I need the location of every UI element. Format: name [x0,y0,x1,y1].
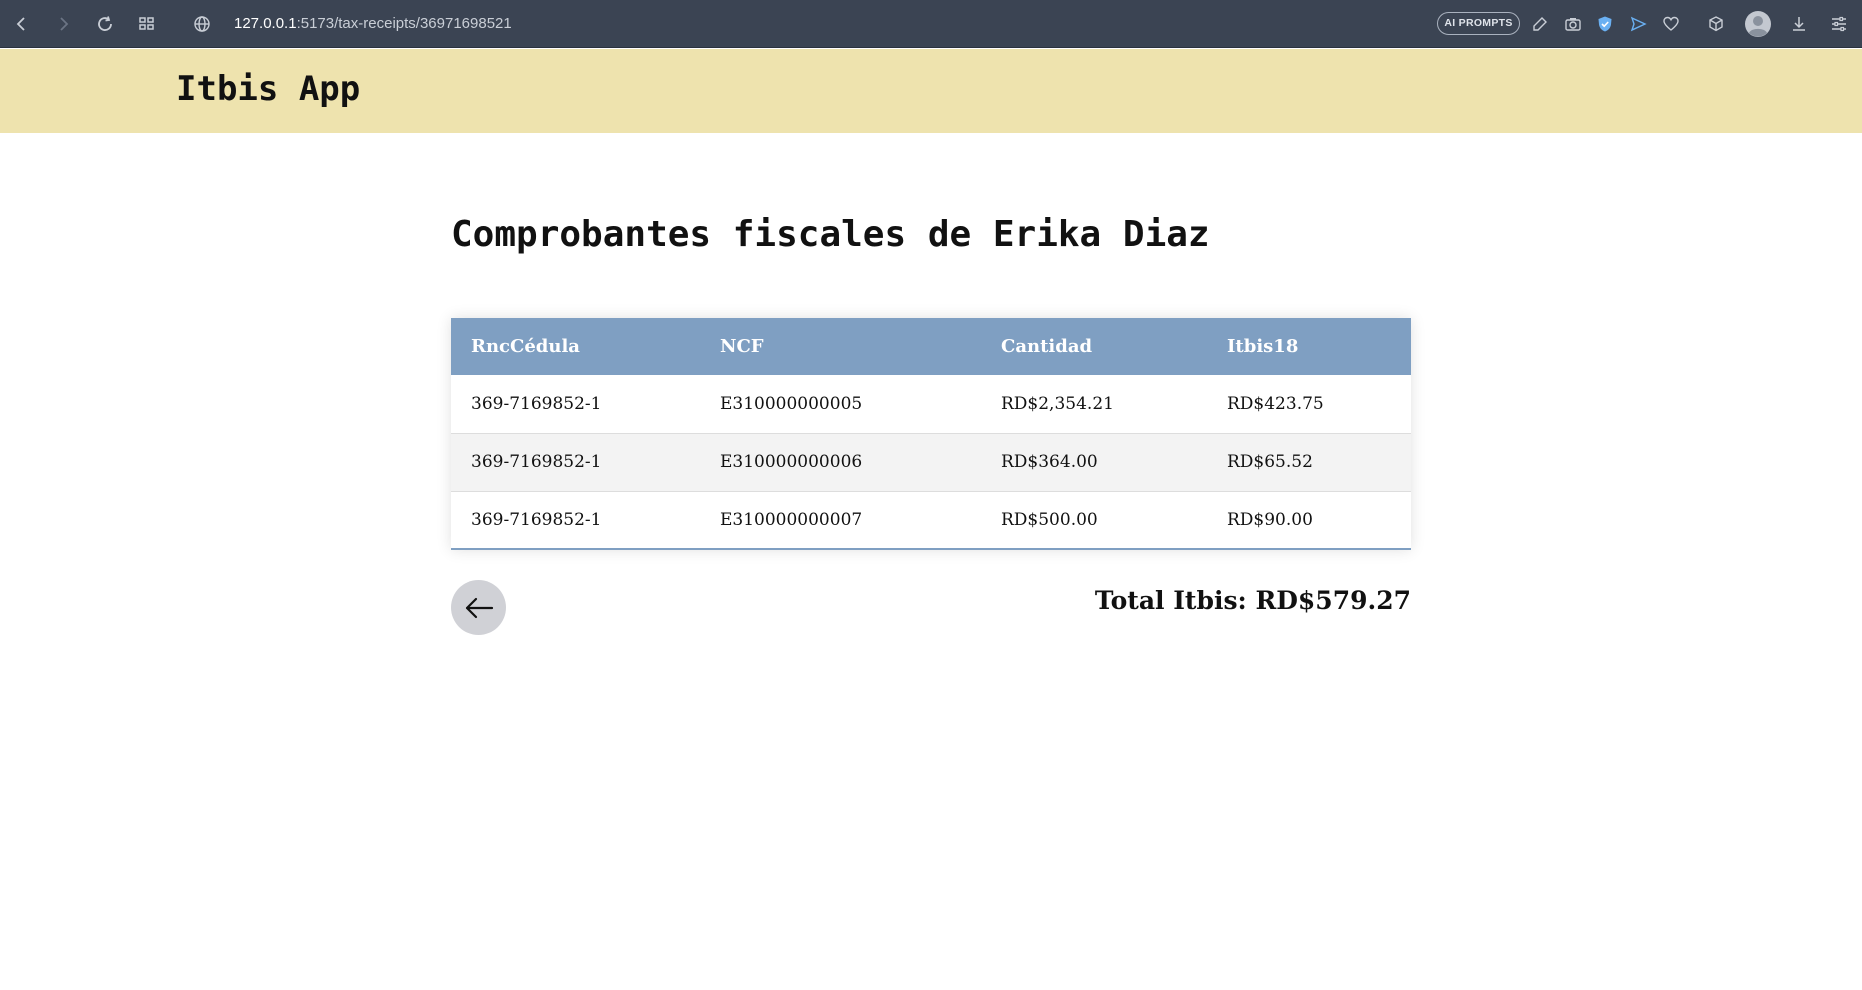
app-header: Itbis App [0,49,1862,133]
table-row: 369-7169852-1 E310000000005 RD$2,354.21 … [451,375,1411,433]
cell-rnc: 369-7169852-1 [471,509,602,530]
address-bar[interactable]: 127.0.0.1:5173/tax-receipts/36971698521 [234,13,512,35]
cell-itbis: RD$90.00 [1227,509,1313,530]
cube-icon[interactable] [1704,12,1728,36]
arrow-left-icon [465,597,493,618]
browser-toolbar: 127.0.0.1:5173/tax-receipts/36971698521 … [0,0,1862,48]
cell-ncf: E310000000007 [720,509,863,530]
cell-rnc: 369-7169852-1 [471,393,602,414]
cell-itbis: RD$65.52 [1227,452,1313,472]
cell-cantidad: RD$2,354.21 [1001,393,1114,414]
back-button[interactable] [451,580,506,635]
cell-cantidad: RD$500.00 [1001,509,1098,530]
back-nav-icon[interactable] [10,12,34,36]
tabs-grid-icon[interactable] [135,12,159,36]
total-itbis: Total Itbis: RD$579.27 [1094,586,1411,615]
cell-itbis: RD$423.75 [1227,393,1324,414]
table-row: 369-7169852-1 E310000000006 RD$364.00 RD… [451,433,1411,491]
send-icon[interactable] [1626,12,1650,36]
cell-cantidad: RD$364.00 [1001,452,1098,472]
ai-prompts-button[interactable]: AI PROMPTS [1437,12,1520,35]
column-header-ncf: NCF [720,336,764,357]
column-header-itbis: Itbis18 [1227,336,1299,357]
cell-rnc: 369-7169852-1 [471,452,602,472]
page-title: Comprobantes fiscales de Erika Diaz [451,214,1210,255]
cell-ncf: E310000000005 [720,393,863,414]
tax-receipts-table: RncCédula NCF Cantidad Itbis18 369-71698… [451,318,1411,550]
settings-sliders-icon[interactable] [1827,12,1851,36]
shield-icon[interactable] [1593,12,1617,36]
cell-ncf: E310000000006 [720,452,863,472]
url-path: :5173/tax-receipts/36971698521 [296,15,512,32]
table-row: 369-7169852-1 E310000000007 RD$500.00 RD… [451,491,1411,549]
url-host: 127.0.0.1 [234,15,297,32]
download-icon[interactable] [1787,12,1811,36]
globe-icon[interactable] [190,12,214,36]
column-header-rnc: RncCédula [471,336,580,357]
reload-icon[interactable] [93,12,117,36]
app-title[interactable]: Itbis App [176,69,360,109]
camera-icon[interactable] [1561,12,1585,36]
column-header-cantidad: Cantidad [1001,336,1093,357]
table-header-row: RncCédula NCF Cantidad Itbis18 [451,318,1411,375]
edit-icon[interactable] [1528,12,1552,36]
forward-nav-icon[interactable] [51,12,75,36]
heart-icon[interactable] [1659,12,1683,36]
profile-avatar-icon[interactable] [1744,10,1772,38]
